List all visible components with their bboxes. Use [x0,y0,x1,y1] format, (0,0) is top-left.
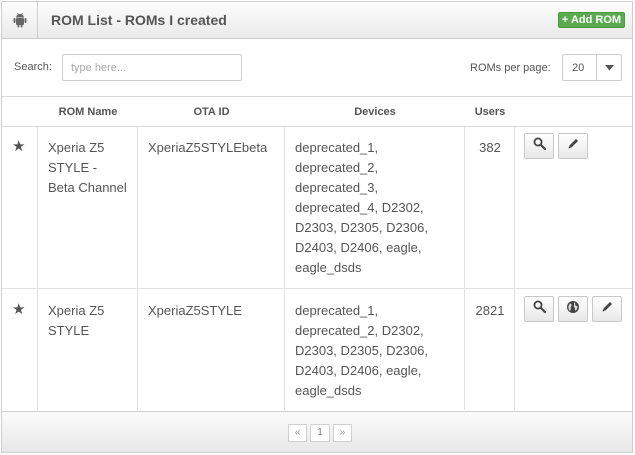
search-input[interactable] [62,54,242,81]
pagination-page-1[interactable]: 1 [310,424,330,442]
search-icon [533,137,546,155]
devices-cell: deprecated_1, deprecated_2, D2302, D2303… [295,303,428,398]
search-icon [533,300,546,318]
rom-list-panel: ROM List - ROMs I created + Add ROM Sear… [1,1,633,453]
ota-id-cell: XperiaZ5STYLEbeta [148,140,268,155]
edit-button[interactable] [592,296,622,322]
column-header-ota-id[interactable]: OTA ID [138,97,285,127]
ota-id-cell: XperiaZ5STYLE [148,303,242,318]
pagination-next-button[interactable]: » [333,424,352,442]
search-label: Search: [14,61,52,73]
android-icon [2,2,38,38]
column-divider [464,127,465,410]
header-divider [2,126,632,127]
star-icon[interactable]: ★ [12,137,25,155]
column-header-users[interactable]: Users [465,97,515,127]
view-button[interactable] [524,133,554,159]
table-footer: « 1 » [2,411,632,452]
globe-icon [566,300,580,319]
rom-name-cell: Xperia Z5 STYLE [48,303,105,338]
column-divider [137,127,138,410]
table-toolbar: Search: ROMs per page: 20 [2,39,632,97]
pencil-icon [601,300,614,318]
chevron-down-icon[interactable] [596,55,621,80]
add-rom-button[interactable]: + Add ROM [558,12,625,28]
public-page-button[interactable] [558,296,588,322]
edit-button[interactable] [558,133,588,159]
users-cell: 382 [479,140,501,155]
column-divider [514,127,515,410]
row-divider [2,288,632,289]
column-divider [284,127,285,410]
pagination-prev-button[interactable]: « [288,424,307,442]
page-title: ROM List - ROMs I created [51,12,227,28]
devices-cell: deprecated_1, deprecated_2, deprecated_3… [295,140,428,275]
perpage-label: ROMs per page: [470,62,551,74]
perpage-select[interactable]: 20 [562,54,622,81]
pencil-icon [567,137,580,155]
view-button[interactable] [524,296,554,322]
panel-header: ROM List - ROMs I created + Add ROM [2,2,632,39]
star-icon[interactable]: ★ [12,300,25,318]
rom-name-cell: Xperia Z5 STYLE - Beta Channel [48,140,127,195]
users-cell: 2821 [475,303,505,318]
perpage-value: 20 [572,62,585,74]
column-header-rom-name[interactable]: ROM Name [38,97,138,127]
column-header-devices[interactable]: Devices [285,97,465,127]
column-divider [37,127,38,410]
